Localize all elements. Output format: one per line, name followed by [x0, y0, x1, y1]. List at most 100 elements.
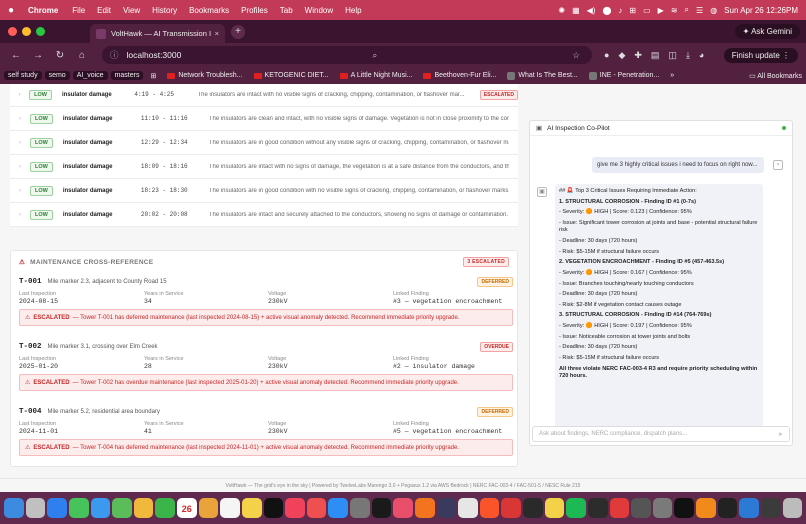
menu-file[interactable]: File [72, 6, 85, 15]
app-icon[interactable] [587, 498, 608, 518]
pdf-icon[interactable] [609, 498, 630, 518]
ask-gemini-button[interactable]: ✦ Ask Gemini [734, 24, 800, 39]
address-bar[interactable]: ⓘ localhost:3000 ⌕ ☆ [102, 46, 592, 64]
bookmark-item[interactable]: KETOGENIC DIET... [253, 72, 329, 79]
forward-icon[interactable]: → [30, 50, 46, 61]
finding-row[interactable]: › LOW insulator damage 4:19 - 4:25 The i… [10, 84, 518, 107]
finding-row[interactable]: › LOW insulator damage 12:29 - 12:34 The… [10, 131, 518, 155]
launchpad-icon[interactable] [25, 498, 46, 518]
tv-icon[interactable] [263, 498, 284, 518]
chevron-right-icon[interactable]: › [14, 92, 25, 98]
bookmark-item[interactable]: INE - Penetration... [588, 71, 659, 80]
chrome-icon[interactable] [458, 498, 478, 518]
split-icon[interactable]: ◫ [668, 50, 677, 61]
layout-icon[interactable]: ▦ [572, 6, 580, 15]
maps-icon[interactable] [112, 498, 132, 518]
zoom-icon[interactable]: ⌕ [372, 50, 377, 61]
settings-icon[interactable] [350, 498, 370, 518]
chevron-right-icon[interactable]: › [14, 116, 26, 122]
news-icon[interactable] [306, 498, 327, 518]
copilot-chat-input[interactable]: Ask about findings, NERC compliance, dis… [532, 426, 790, 442]
vscode-icon[interactable] [739, 498, 759, 518]
bookmark-item[interactable]: What Is The Best... [507, 71, 578, 80]
calculator-icon[interactable] [631, 498, 651, 518]
extension-m-icon[interactable]: ◆ [618, 50, 625, 61]
notes-icon[interactable] [241, 498, 262, 518]
tab-close-icon[interactable]: × [215, 29, 219, 38]
bookmark-item[interactable]: Beethoven-Fur Eli... [423, 72, 496, 79]
reload-icon[interactable]: ↻ [52, 50, 68, 61]
menu-profiles[interactable]: Profiles [241, 6, 268, 15]
bookmark-chip[interactable]: self study [4, 71, 42, 80]
chevron-right-icon[interactable]: › [14, 164, 26, 170]
finding-row[interactable]: › LOW insulator damage 18:23 - 18:30 The… [10, 179, 518, 203]
back-icon[interactable]: ← [8, 50, 24, 61]
terminal-icon[interactable] [674, 498, 694, 518]
brave-icon[interactable] [479, 498, 500, 518]
menu-edit[interactable]: Edit [97, 6, 111, 15]
menubar-clock[interactable]: Sun Apr 26 12:26PM [724, 6, 798, 15]
download-icon[interactable]: ⤓ [686, 50, 690, 61]
all-bookmarks-button[interactable]: ▭ All Bookmarks [749, 72, 802, 80]
send-icon[interactable]: ➤ [778, 431, 783, 438]
chevron-right-icon[interactable]: › [14, 140, 26, 146]
app-icon[interactable] [436, 498, 457, 518]
extensions-icon[interactable]: ✚ [634, 50, 642, 61]
extension-grammarly-icon[interactable]: ● [604, 50, 609, 61]
close-window-icon[interactable] [8, 27, 17, 36]
menu-window[interactable]: Window [305, 6, 333, 15]
minimize-window-icon[interactable] [22, 27, 31, 36]
side-panel-icon[interactable]: ▤ [651, 50, 660, 61]
finding-row[interactable]: › LOW insulator damage 20:02 - 20:08 The… [10, 203, 518, 227]
bookmark-chip[interactable]: AI_voice [72, 71, 108, 80]
bookmark-chip[interactable]: masters [110, 71, 144, 80]
control-center-icon[interactable]: ☰ [696, 6, 703, 15]
menu-history[interactable]: History [152, 6, 177, 15]
apps-grid-icon[interactable]: ⊞ [150, 72, 156, 80]
chatgpt-icon[interactable] [371, 498, 392, 518]
more-bookmarks-icon[interactable]: » [670, 72, 674, 79]
mic-icon[interactable]: ♪ [618, 6, 622, 15]
zoom-window-icon[interactable] [36, 27, 45, 36]
play-icon[interactable]: ▶ [658, 6, 664, 15]
bookmark-item[interactable]: A Little Night Musi... [339, 72, 412, 79]
wifi-icon[interactable]: ≋ [671, 6, 678, 15]
menu-view[interactable]: View [123, 6, 140, 15]
chevron-right-icon[interactable]: › [14, 212, 26, 218]
search-icon[interactable]: ⌕ [685, 5, 689, 15]
record-icon[interactable]: ⬤ [602, 6, 611, 15]
bookmark-chip[interactable]: semo [44, 71, 70, 80]
finish-update-button[interactable]: Finish update ⋮ [723, 47, 798, 63]
music-icon[interactable] [285, 498, 305, 518]
firefox-icon[interactable] [414, 498, 435, 518]
app-icon[interactable] [760, 498, 781, 518]
home-icon[interactable]: ⌂ [74, 50, 90, 61]
finder-icon[interactable] [4, 498, 24, 518]
app-icon[interactable] [717, 498, 738, 518]
app-icon[interactable] [501, 498, 521, 518]
new-tab-button[interactable]: + [231, 24, 245, 39]
menu-tab[interactable]: Tab [280, 6, 293, 15]
display-icon[interactable]: ▭ [643, 6, 651, 15]
facetime-icon[interactable] [155, 498, 175, 518]
trash-icon[interactable] [782, 498, 803, 518]
volume-icon[interactable]: ◀) [587, 6, 596, 15]
browser-tab[interactable]: VoltHawk — AI Transmission I × [90, 24, 225, 43]
calendar-icon[interactable]: 26 [177, 498, 197, 518]
brightness-icon[interactable]: ✺ [558, 6, 565, 15]
chevron-right-icon[interactable]: › [14, 188, 26, 194]
bookmark-star-icon[interactable]: ☆ [572, 50, 580, 61]
app-icon[interactable] [523, 498, 543, 518]
safari-icon[interactable] [47, 498, 67, 518]
bookmark-item[interactable]: Network Troublesh... [167, 72, 243, 79]
siri-icon[interactable]: ◍ [710, 6, 717, 15]
site-info-icon[interactable]: ⓘ [110, 49, 119, 61]
reminders-icon[interactable] [220, 498, 240, 518]
app-store-icon[interactable] [328, 498, 348, 518]
finding-row[interactable]: › LOW insulator damage 18:09 - 18:16 The… [10, 155, 518, 179]
menu-bookmarks[interactable]: Bookmarks [189, 6, 229, 15]
spotify-icon[interactable] [566, 498, 586, 518]
vlc-icon[interactable] [696, 498, 716, 518]
menubar-app-name[interactable]: Chrome [28, 6, 58, 15]
mail-icon[interactable] [90, 498, 111, 518]
